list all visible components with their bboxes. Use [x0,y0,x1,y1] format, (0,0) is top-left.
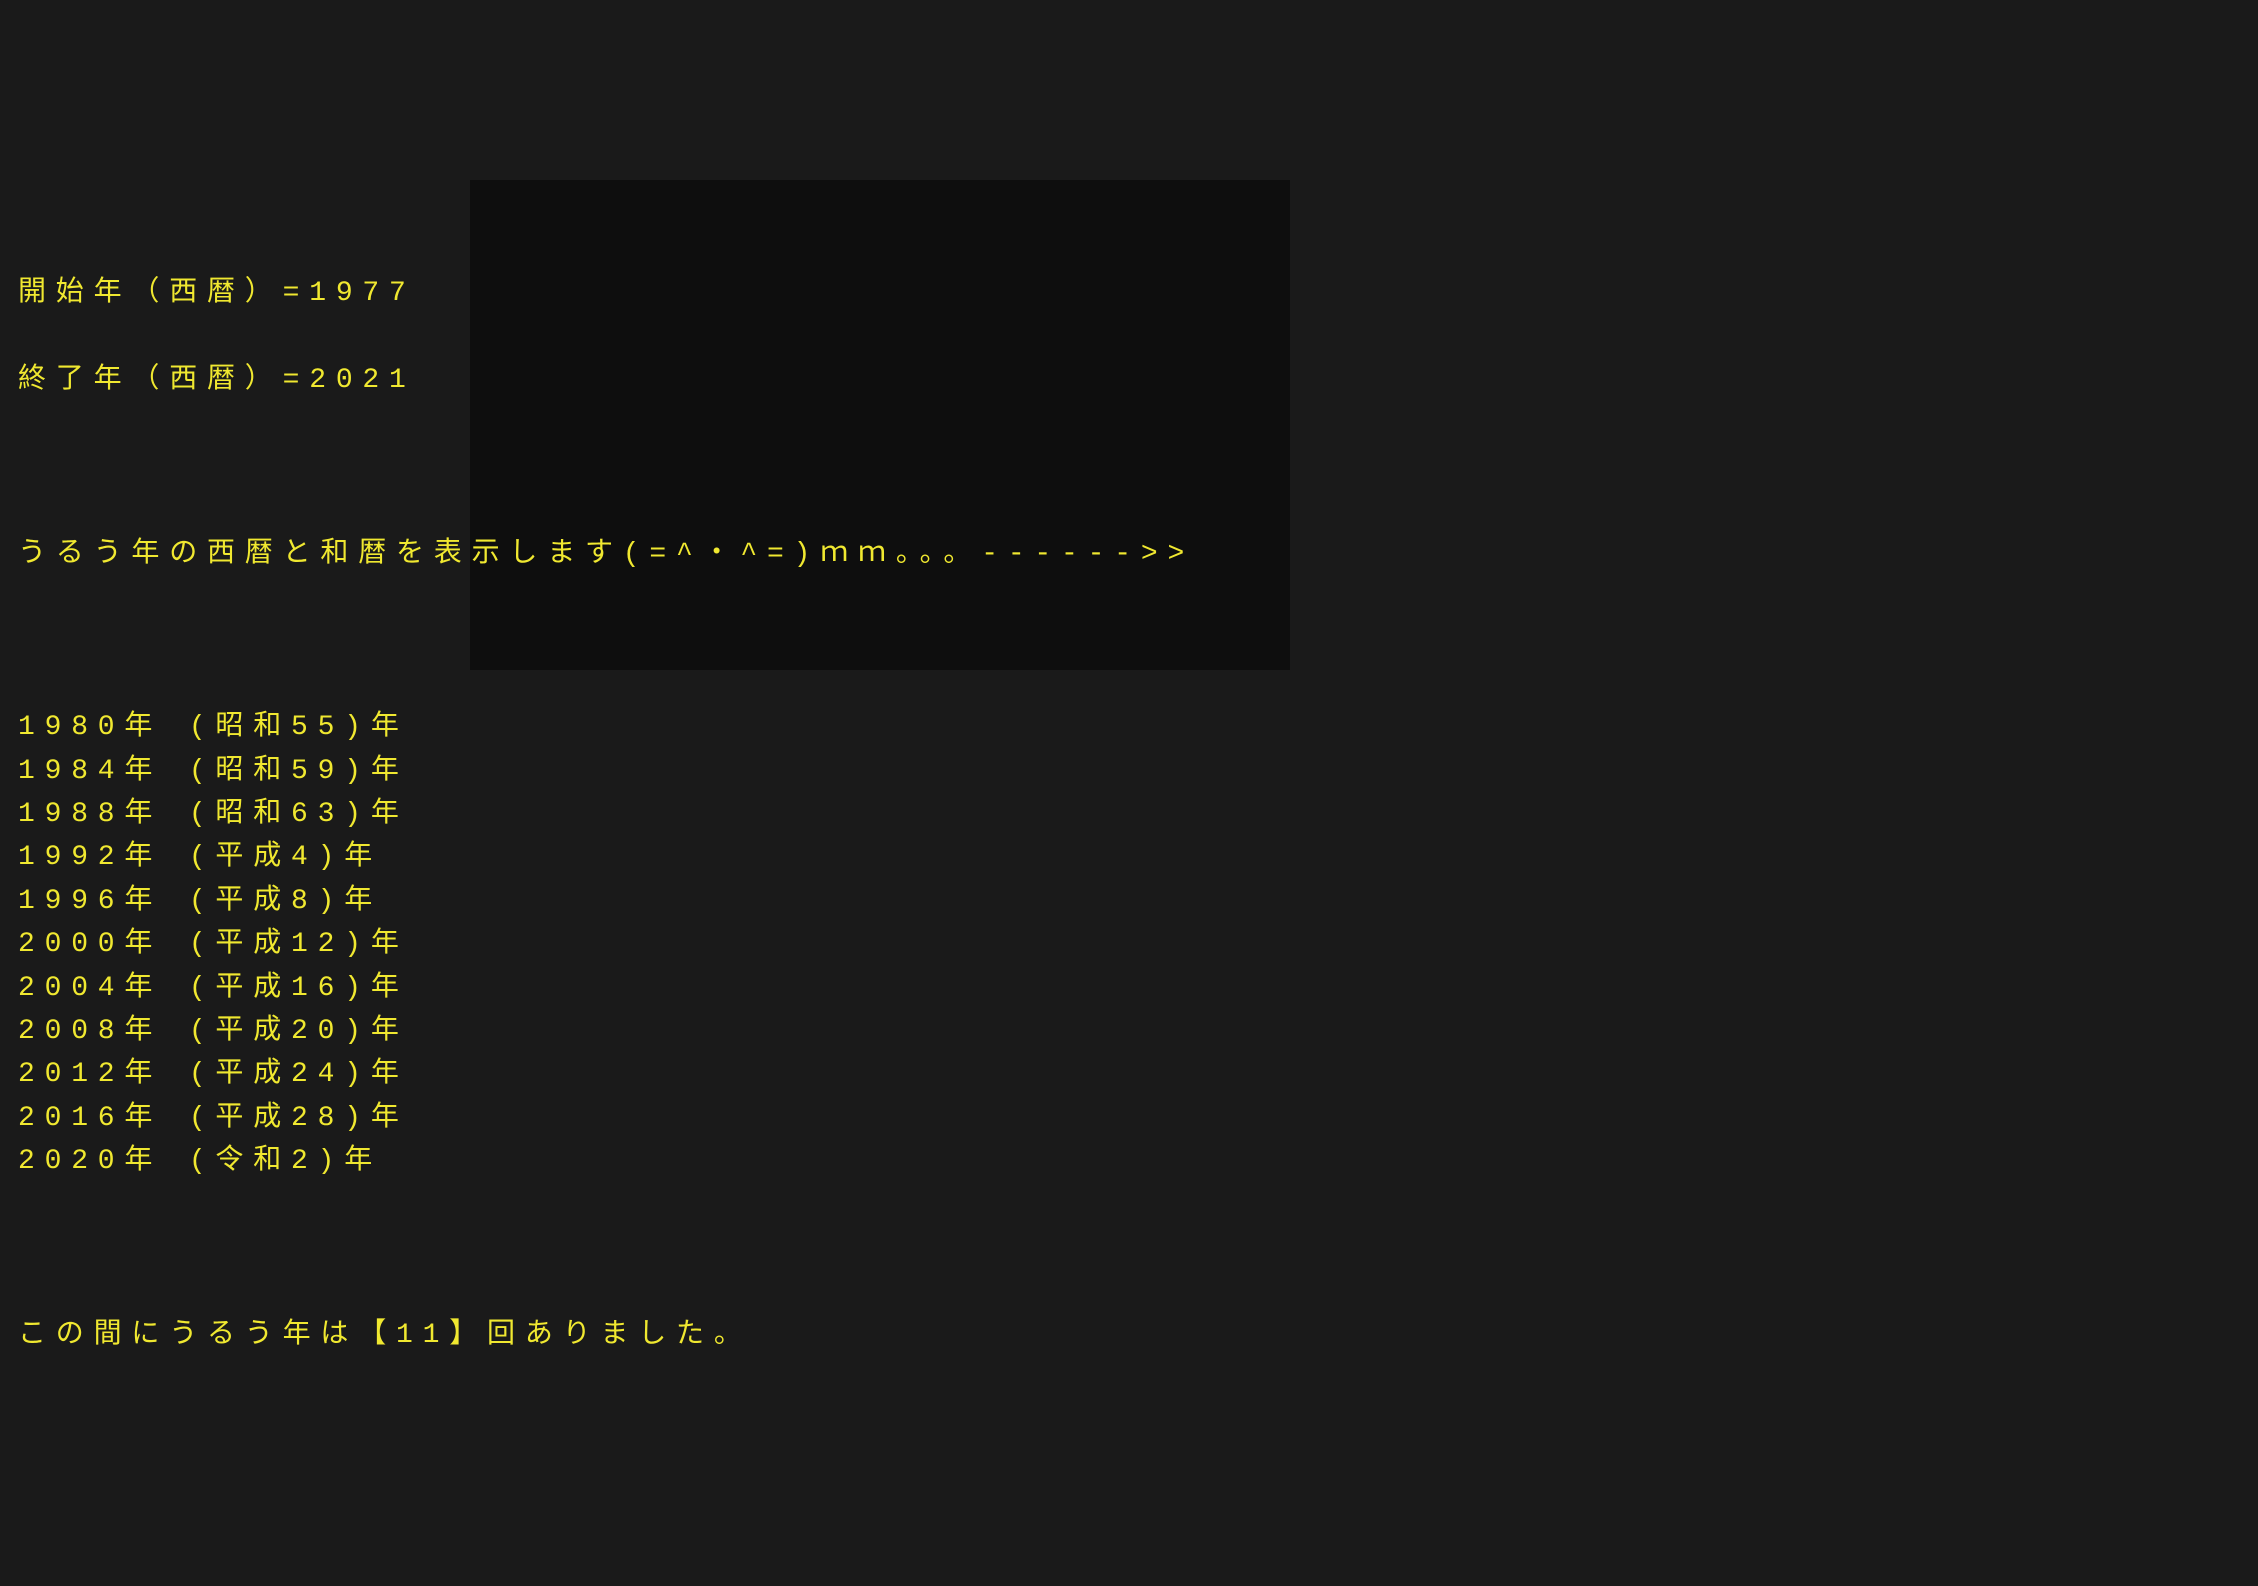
leap-year-row: 1984年 (昭和59)年 [18,750,2240,793]
end-year-line: 終了年（西暦）=2021 [18,359,2240,402]
footer-line: この間にうるう年は【11】回ありました。 [18,1314,2240,1357]
leap-year-row: 1996年 (平成8)年 [18,880,2240,923]
start-year-label: 開始年（西暦）= [18,278,309,309]
message-line: うるう年の西暦と和暦を表示します(=^・^=)ｍｍ。。。------>> [18,533,2240,576]
leap-year-row: 2008年 (平成20)年 [18,1010,2240,1053]
blank-line [18,619,2240,662]
leap-year-row: 1988年 (昭和63)年 [18,793,2240,836]
leap-year-row: 2012年 (平成24)年 [18,1053,2240,1096]
leap-year-row: 2004年 (平成16)年 [18,967,2240,1010]
blank-line [18,446,2240,489]
footer-count: 11 [396,1320,449,1351]
footer-prefix: この間にうるう年は【 [18,1320,396,1351]
blank-line [18,1227,2240,1270]
leap-year-row: 1992年 (平成4)年 [18,836,2240,879]
leap-year-row: 2020年 (令和2)年 [18,1140,2240,1183]
end-year-value: 2021 [309,365,415,396]
end-year-label: 終了年（西暦）= [18,365,309,396]
leap-year-row: 1980年 (昭和55)年 [18,706,2240,749]
start-year-line: 開始年（西暦）=1977 [18,272,2240,315]
background-block [470,180,1290,670]
start-year-value: 1977 [309,278,415,309]
footer-suffix: 】回ありました。 [449,1320,751,1351]
leap-year-row: 2016年 (平成28)年 [18,1097,2240,1140]
leap-year-row: 2000年 (平成12)年 [18,923,2240,966]
leap-year-list: 1980年 (昭和55)年1984年 (昭和59)年1988年 (昭和63)年1… [18,706,2240,1183]
